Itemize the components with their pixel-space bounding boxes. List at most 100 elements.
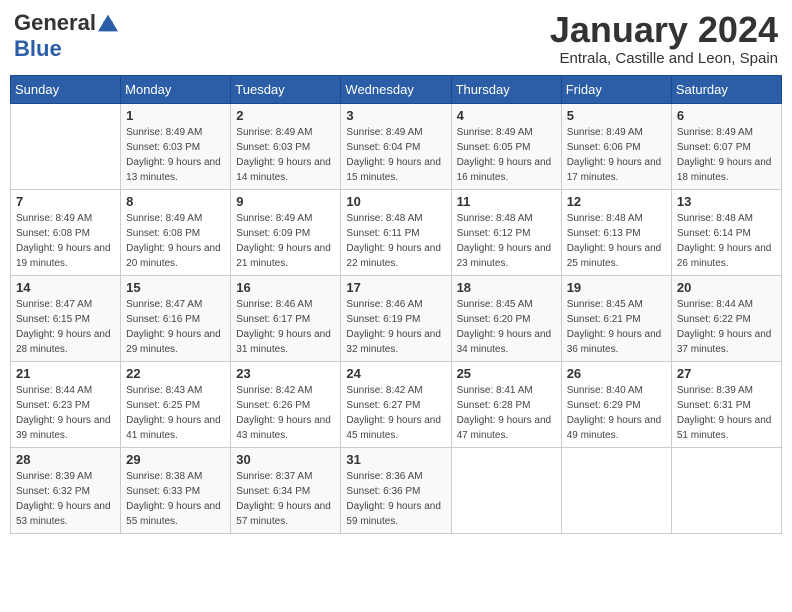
day-info: Sunrise: 8:49 AMSunset: 6:03 PMDaylight:… [236, 125, 335, 185]
day-info: Sunrise: 8:49 AMSunset: 6:07 PMDaylight:… [677, 125, 776, 185]
day-info: Sunrise: 8:49 AMSunset: 6:08 PMDaylight:… [126, 211, 225, 271]
day-number: 2 [236, 108, 335, 123]
calendar-day-cell: 18 Sunrise: 8:45 AMSunset: 6:20 PMDayligh… [451, 275, 561, 361]
weekday-header-sunday: Sunday [11, 75, 121, 103]
calendar-day-cell: 3 Sunrise: 8:49 AMSunset: 6:04 PMDaylight… [341, 103, 451, 189]
calendar-day-cell: 23 Sunrise: 8:42 AMSunset: 6:26 PMDayligh… [231, 361, 341, 447]
calendar-day-cell: 14 Sunrise: 8:47 AMSunset: 6:15 PMDayligh… [11, 275, 121, 361]
calendar-day-cell: 5 Sunrise: 8:49 AMSunset: 6:06 PMDaylight… [561, 103, 671, 189]
calendar-day-cell: 30 Sunrise: 8:37 AMSunset: 6:34 PMDayligh… [231, 447, 341, 533]
calendar-day-cell [451, 447, 561, 533]
day-info: Sunrise: 8:39 AMSunset: 6:32 PMDaylight:… [16, 469, 115, 529]
day-number: 30 [236, 452, 335, 467]
day-info: Sunrise: 8:49 AMSunset: 6:06 PMDaylight:… [567, 125, 666, 185]
calendar-day-cell: 29Sunrise: 8:38 AMSunset: 6:33 PMDayligh… [121, 447, 231, 533]
day-number: 4 [457, 108, 556, 123]
location-text: Entrala, Castille and Leon, Spain [550, 50, 778, 67]
day-number: 5 [567, 108, 666, 123]
calendar-day-cell: 21 Sunrise: 8:44 AMSunset: 6:23 PMDayligh… [11, 361, 121, 447]
day-info: Sunrise: 8:42 AMSunset: 6:26 PMDaylight:… [236, 383, 335, 443]
day-number: 10 [346, 194, 445, 209]
day-info: Sunrise: 8:41 AMSunset: 6:28 PMDaylight:… [457, 383, 556, 443]
day-info: Sunrise: 8:43 AMSunset: 6:25 PMDaylight:… [126, 383, 225, 443]
day-info: Sunrise: 8:45 AMSunset: 6:21 PMDaylight:… [567, 297, 666, 357]
day-number: 20 [677, 280, 776, 295]
weekday-header-wednesday: Wednesday [341, 75, 451, 103]
day-number: 6 [677, 108, 776, 123]
calendar-day-cell: 13Sunrise: 8:48 AMSunset: 6:14 PMDayligh… [671, 189, 781, 275]
day-number: 9 [236, 194, 335, 209]
calendar-day-cell: 27 Sunrise: 8:39 AMSunset: 6:31 PMDayligh… [671, 361, 781, 447]
day-number: 3 [346, 108, 445, 123]
calendar-day-cell: 28Sunrise: 8:39 AMSunset: 6:32 PMDayligh… [11, 447, 121, 533]
calendar-week-row: 28Sunrise: 8:39 AMSunset: 6:32 PMDayligh… [11, 447, 782, 533]
weekday-header-thursday: Thursday [451, 75, 561, 103]
day-info: Sunrise: 8:44 AMSunset: 6:23 PMDaylight:… [16, 383, 115, 443]
day-number: 17 [346, 280, 445, 295]
calendar-day-cell: 20 Sunrise: 8:44 AMSunset: 6:22 PMDayligh… [671, 275, 781, 361]
calendar-day-cell: 2 Sunrise: 8:49 AMSunset: 6:03 PMDaylight… [231, 103, 341, 189]
day-number: 1 [126, 108, 225, 123]
calendar-day-cell: 12 Sunrise: 8:48 AMSunset: 6:13 PMDayligh… [561, 189, 671, 275]
logo-general-text: General [14, 10, 96, 36]
day-number: 19 [567, 280, 666, 295]
day-info: Sunrise: 8:37 AMSunset: 6:34 PMDaylight:… [236, 469, 335, 529]
day-number: 25 [457, 366, 556, 381]
day-info: Sunrise: 8:36 AMSunset: 6:36 PMDaylight:… [346, 469, 445, 529]
logo-blue-text: Blue [14, 36, 62, 62]
weekday-header-row: SundayMondayTuesdayWednesdayThursdayFrid… [11, 75, 782, 103]
day-number: 27 [677, 366, 776, 381]
calendar-day-cell: 24Sunrise: 8:42 AMSunset: 6:27 PMDayligh… [341, 361, 451, 447]
day-info: Sunrise: 8:47 AMSunset: 6:15 PMDaylight:… [16, 297, 115, 357]
day-info: Sunrise: 8:44 AMSunset: 6:22 PMDaylight:… [677, 297, 776, 357]
day-number: 24 [346, 366, 445, 381]
calendar-day-cell: 17 Sunrise: 8:46 AMSunset: 6:19 PMDayligh… [341, 275, 451, 361]
month-title: January 2024 [550, 10, 778, 50]
day-number: 21 [16, 366, 115, 381]
calendar-week-row: 1 Sunrise: 8:49 AMSunset: 6:03 PMDaylight… [11, 103, 782, 189]
calendar-day-cell: 4 Sunrise: 8:49 AMSunset: 6:05 PMDaylight… [451, 103, 561, 189]
day-info: Sunrise: 8:46 AMSunset: 6:19 PMDaylight:… [346, 297, 445, 357]
day-number: 16 [236, 280, 335, 295]
calendar-day-cell: 19 Sunrise: 8:45 AMSunset: 6:21 PMDayligh… [561, 275, 671, 361]
day-number: 22 [126, 366, 225, 381]
calendar-day-cell: 11Sunrise: 8:48 AMSunset: 6:12 PMDayligh… [451, 189, 561, 275]
day-number: 26 [567, 366, 666, 381]
weekday-header-saturday: Saturday [671, 75, 781, 103]
calendar-day-cell: 16Sunrise: 8:46 AMSunset: 6:17 PMDayligh… [231, 275, 341, 361]
calendar-week-row: 21 Sunrise: 8:44 AMSunset: 6:23 PMDayligh… [11, 361, 782, 447]
day-info: Sunrise: 8:49 AMSunset: 6:05 PMDaylight:… [457, 125, 556, 185]
day-number: 23 [236, 366, 335, 381]
calendar-day-cell: 31Sunrise: 8:36 AMSunset: 6:36 PMDayligh… [341, 447, 451, 533]
logo: General Blue [14, 10, 118, 62]
day-number: 12 [567, 194, 666, 209]
calendar-week-row: 7 Sunrise: 8:49 AMSunset: 6:08 PMDaylight… [11, 189, 782, 275]
calendar-day-cell: 7Sunrise: 8:49 AMSunset: 6:08 PMDaylight… [11, 189, 121, 275]
day-info: Sunrise: 8:49 AMSunset: 6:09 PMDaylight:… [236, 211, 335, 271]
day-info: Sunrise: 8:38 AMSunset: 6:33 PMDaylight:… [126, 469, 225, 529]
day-info: Sunrise: 8:48 AMSunset: 6:13 PMDaylight:… [567, 211, 666, 271]
day-info: Sunrise: 8:45 AMSunset: 6:20 PMDaylight:… [457, 297, 556, 357]
calendar-day-cell: 1Sunrise: 8:49 AMSunset: 6:03 PMDaylight… [121, 103, 231, 189]
calendar-day-cell: 8 Sunrise: 8:49 AMSunset: 6:08 PMDaylight… [121, 189, 231, 275]
day-info: Sunrise: 8:40 AMSunset: 6:29 PMDaylight:… [567, 383, 666, 443]
calendar-day-cell: 10Sunrise: 8:48 AMSunset: 6:11 PMDayligh… [341, 189, 451, 275]
title-block: January 2024 Entrala, Castille and Leon,… [550, 10, 778, 67]
calendar-day-cell [11, 103, 121, 189]
day-info: Sunrise: 8:49 AMSunset: 6:04 PMDaylight:… [346, 125, 445, 185]
day-number: 14 [16, 280, 115, 295]
calendar-day-cell: 15Sunrise: 8:47 AMSunset: 6:16 PMDayligh… [121, 275, 231, 361]
day-number: 13 [677, 194, 776, 209]
day-number: 7 [16, 194, 115, 209]
calendar-day-cell: 26 Sunrise: 8:40 AMSunset: 6:29 PMDayligh… [561, 361, 671, 447]
logo-icon [98, 13, 118, 33]
weekday-header-tuesday: Tuesday [231, 75, 341, 103]
day-number: 18 [457, 280, 556, 295]
day-info: Sunrise: 8:39 AMSunset: 6:31 PMDaylight:… [677, 383, 776, 443]
day-info: Sunrise: 8:47 AMSunset: 6:16 PMDaylight:… [126, 297, 225, 357]
calendar-day-cell: 25 Sunrise: 8:41 AMSunset: 6:28 PMDayligh… [451, 361, 561, 447]
weekday-header-friday: Friday [561, 75, 671, 103]
day-number: 8 [126, 194, 225, 209]
weekday-header-monday: Monday [121, 75, 231, 103]
calendar-day-cell: 6 Sunrise: 8:49 AMSunset: 6:07 PMDaylight… [671, 103, 781, 189]
